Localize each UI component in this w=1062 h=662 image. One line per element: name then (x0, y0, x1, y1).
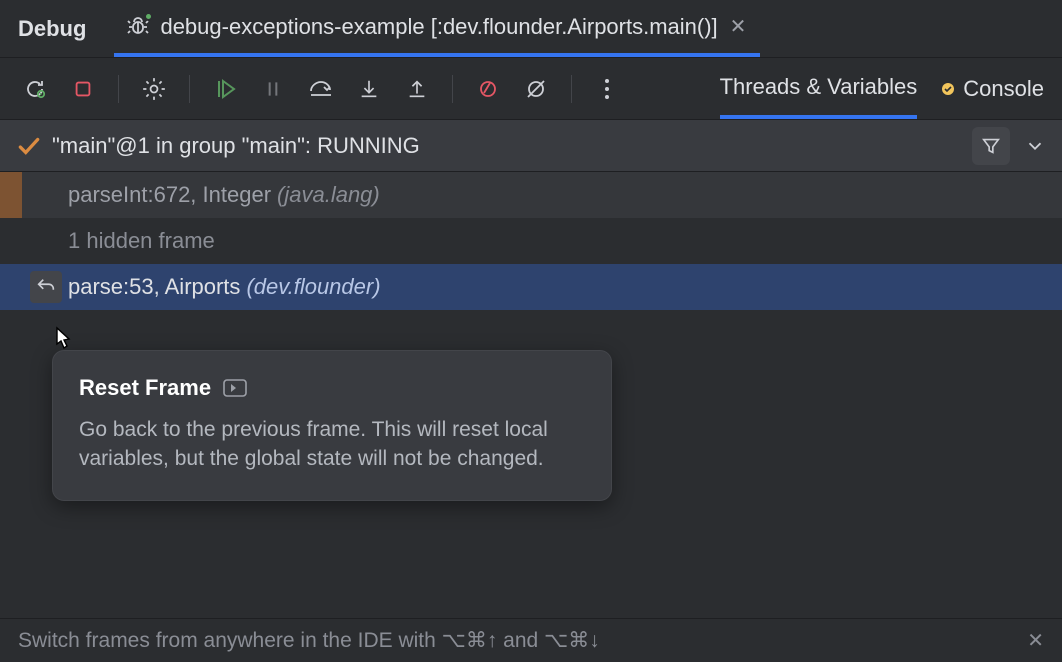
step-into-button[interactable] (352, 72, 386, 106)
resume-button[interactable] (208, 72, 242, 106)
thread-status-text: "main"@1 in group "main": RUNNING (52, 133, 420, 159)
frame-method: parseInt:672, Integer (68, 182, 271, 208)
debug-tool-window-title[interactable]: Debug (18, 16, 86, 42)
more-button[interactable] (590, 72, 624, 106)
toolbar-separator (571, 75, 572, 103)
breakpoint-exception-button[interactable] (471, 72, 505, 106)
frames-list: parseInt:672, Integer (java.lang) 1 hidd… (0, 172, 1062, 310)
frame-package: (java.lang) (277, 182, 380, 208)
tooltip-body-text: Go back to the previous frame. This will… (79, 415, 585, 474)
tab-console[interactable]: Console (941, 58, 1044, 119)
tooltip: Reset Frame Go back to the previous fram… (52, 350, 612, 501)
frame-row[interactable]: parseInt:672, Integer (java.lang) (0, 172, 1062, 218)
close-hint-button[interactable]: ✕ (1027, 628, 1044, 653)
rerun-button[interactable] (18, 72, 52, 106)
tab-threads-variables[interactable]: Threads & Variables (720, 58, 918, 119)
close-tab-icon[interactable]: ✕ (728, 14, 749, 39)
run-config-label: debug-exceptions-example [:dev.flounder.… (160, 14, 717, 40)
step-out-button[interactable] (400, 72, 434, 106)
check-icon (16, 133, 42, 159)
chevron-down-icon[interactable] (1024, 135, 1046, 157)
step-over-button[interactable] (304, 72, 338, 106)
toolbar-separator (118, 75, 119, 103)
toolbar-separator (452, 75, 453, 103)
bug-icon (126, 15, 150, 39)
hidden-frame-label: 1 hidden frame (68, 228, 215, 254)
footer-hint: Switch frames from anywhere in the IDE w… (0, 618, 1062, 662)
view-breakpoints-button[interactable] (137, 72, 171, 106)
footer-hint-text: Switch frames from anywhere in the IDE w… (18, 628, 600, 653)
hidden-frames-row[interactable]: 1 hidden frame (0, 218, 1062, 264)
frame-row[interactable]: parse:53, Airports (dev.flounder) (0, 264, 1062, 310)
frame-package: (dev.flounder) (246, 274, 380, 300)
pause-button[interactable] (256, 72, 290, 106)
run-action-icon (223, 378, 247, 398)
warning-dot-icon (941, 82, 955, 96)
stop-button[interactable] (66, 72, 100, 106)
tab-label: Threads & Variables (720, 74, 918, 100)
tab-label: Console (963, 76, 1044, 102)
mute-breakpoints-button[interactable] (519, 72, 553, 106)
frame-method: parse:53, Airports (68, 274, 240, 300)
filter-button[interactable] (972, 127, 1010, 165)
tooltip-title-text: Reset Frame (79, 375, 211, 401)
thread-selector[interactable]: "main"@1 in group "main": RUNNING (0, 120, 1062, 172)
toolbar-separator (189, 75, 190, 103)
run-config-tab[interactable]: debug-exceptions-example [:dev.flounder.… (114, 0, 760, 57)
reset-frame-button[interactable] (30, 271, 62, 303)
library-frame-indicator (0, 172, 22, 218)
